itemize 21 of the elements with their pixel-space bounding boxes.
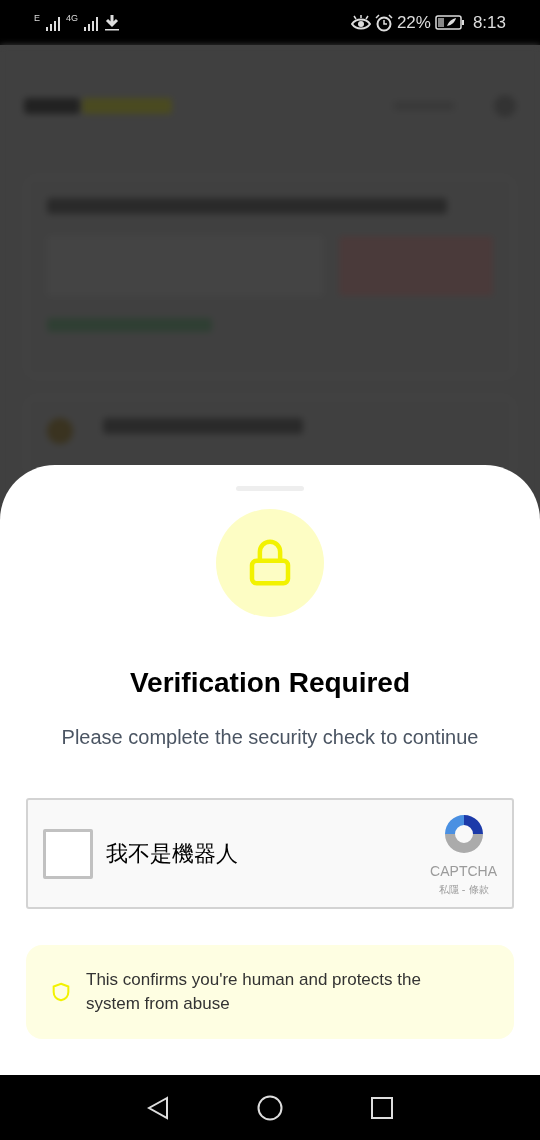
eye-icon — [350, 14, 371, 31]
network-type: 4G — [66, 14, 79, 23]
signal-icon — [46, 17, 60, 31]
recents-icon[interactable] — [371, 1096, 393, 1119]
captcha-privacy-terms[interactable]: 私隱 - 條款 — [438, 881, 489, 897]
notice-text: This confirms you're human and protects the system from abuse — [86, 969, 422, 1015]
captcha-label: 我不是機器人 — [106, 840, 238, 868]
clock-time: 8:13 — [472, 11, 506, 34]
download-icon — [104, 14, 121, 31]
signal-icon — [84, 17, 99, 31]
dialog-subtitle: Please complete the security check to continue — [61, 725, 479, 750]
alarm-icon — [374, 13, 393, 32]
captcha-brand: CAPTCHA — [430, 861, 497, 881]
battery-percent: 22% — [396, 11, 431, 34]
dialog-title: Verification Required — [129, 666, 411, 700]
back-icon[interactable] — [147, 1095, 169, 1120]
shield-icon — [50, 980, 72, 1004]
home-icon[interactable] — [257, 1094, 283, 1121]
captcha-checkbox[interactable] — [43, 828, 93, 879]
network-type: E — [34, 14, 40, 23]
battery-icon — [434, 15, 465, 30]
